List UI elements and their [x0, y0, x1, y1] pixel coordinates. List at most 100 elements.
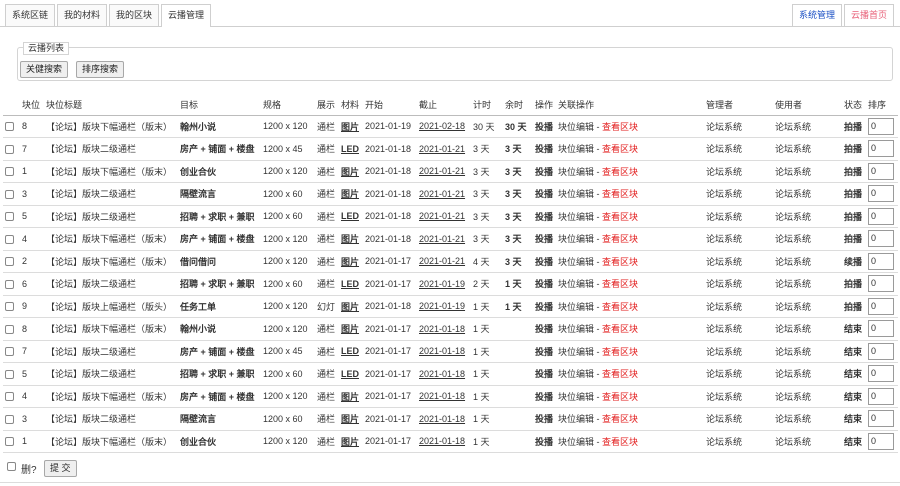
- end-link[interactable]: 2021-01-21: [417, 227, 471, 251]
- row-checkbox[interactable]: [5, 279, 14, 289]
- material-link[interactable]: 图片: [339, 295, 363, 318]
- op-link[interactable]: 投播: [533, 160, 556, 183]
- submit-button[interactable]: 提 交: [44, 460, 77, 477]
- op-link[interactable]: 投播: [533, 205, 556, 228]
- material-link[interactable]: LED: [339, 340, 363, 363]
- end-link[interactable]: 2021-01-18: [417, 317, 471, 341]
- material-link[interactable]: 图片: [339, 115, 363, 138]
- view-block-link[interactable]: 查看区块: [602, 167, 638, 177]
- view-block-link[interactable]: 查看区块: [602, 212, 638, 222]
- op-link[interactable]: 投播: [533, 340, 556, 363]
- end-link[interactable]: 2021-01-21: [417, 182, 471, 206]
- row-checkbox[interactable]: [5, 144, 14, 154]
- order-input[interactable]: 0: [868, 320, 894, 338]
- order-input[interactable]: 0: [868, 140, 894, 158]
- view-block-link[interactable]: 查看区块: [602, 122, 638, 132]
- material-link[interactable]: 图片: [339, 250, 363, 273]
- order-input[interactable]: 0: [868, 162, 894, 180]
- view-block-link[interactable]: 查看区块: [602, 392, 638, 402]
- op-link[interactable]: 投播: [533, 182, 556, 206]
- row-checkbox[interactable]: [5, 122, 14, 132]
- material-link[interactable]: 图片: [339, 317, 363, 341]
- tab-cloud-home[interactable]: 云播首页: [843, 4, 894, 26]
- material-link[interactable]: 图片: [339, 385, 363, 408]
- row-checkbox[interactable]: [5, 257, 14, 267]
- view-block-link[interactable]: 查看区块: [602, 189, 638, 199]
- op-link[interactable]: 投播: [533, 385, 556, 408]
- row-checkbox[interactable]: [5, 189, 14, 199]
- slot-edit-link[interactable]: 块位编辑: [558, 324, 594, 334]
- material-link[interactable]: 图片: [339, 227, 363, 251]
- tab-system-admin[interactable]: 系统管理: [791, 4, 842, 26]
- select-all-checkbox[interactable]: [7, 462, 16, 471]
- row-checkbox[interactable]: [5, 167, 14, 177]
- op-link[interactable]: 投播: [533, 115, 556, 138]
- order-input[interactable]: 0: [868, 230, 894, 248]
- view-block-link[interactable]: 查看区块: [602, 414, 638, 424]
- sort-search-button[interactable]: 排序搜索: [76, 61, 125, 78]
- slot-edit-link[interactable]: 块位编辑: [558, 257, 594, 267]
- material-link[interactable]: LED: [339, 272, 363, 296]
- row-checkbox[interactable]: [5, 324, 14, 334]
- slot-edit-link[interactable]: 块位编辑: [558, 212, 594, 222]
- material-link[interactable]: 图片: [339, 430, 363, 453]
- slot-edit-link[interactable]: 块位编辑: [558, 279, 594, 289]
- op-link[interactable]: 投播: [533, 250, 556, 273]
- op-link[interactable]: 投播: [533, 295, 556, 318]
- order-input[interactable]: 0: [868, 117, 894, 135]
- order-input[interactable]: 0: [868, 387, 894, 405]
- row-checkbox[interactable]: [5, 212, 14, 222]
- order-input[interactable]: 0: [868, 432, 894, 450]
- view-block-link[interactable]: 查看区块: [602, 279, 638, 289]
- slot-edit-link[interactable]: 块位编辑: [558, 414, 594, 424]
- op-link[interactable]: 投播: [533, 317, 556, 341]
- order-input[interactable]: 0: [868, 252, 894, 270]
- row-checkbox[interactable]: [5, 437, 14, 447]
- order-input[interactable]: 0: [868, 275, 894, 293]
- row-checkbox[interactable]: [5, 347, 14, 357]
- view-block-link[interactable]: 查看区块: [602, 257, 638, 267]
- tab-cloud-manage[interactable]: 云播管理: [161, 4, 212, 27]
- end-link[interactable]: 2021-01-19: [417, 295, 471, 318]
- end-link[interactable]: 2021-02-18: [417, 115, 471, 138]
- row-checkbox[interactable]: [5, 234, 14, 244]
- order-input[interactable]: 0: [868, 207, 894, 225]
- end-link[interactable]: 2021-01-18: [417, 385, 471, 408]
- end-link[interactable]: 2021-01-18: [417, 362, 471, 386]
- view-block-link[interactable]: 查看区块: [602, 347, 638, 357]
- view-block-link[interactable]: 查看区块: [602, 234, 638, 244]
- view-block-link[interactable]: 查看区块: [602, 324, 638, 334]
- slot-edit-link[interactable]: 块位编辑: [558, 167, 594, 177]
- order-input[interactable]: 0: [868, 410, 894, 428]
- order-input[interactable]: 0: [868, 342, 894, 360]
- op-link[interactable]: 投播: [533, 407, 556, 431]
- end-link[interactable]: 2021-01-21: [417, 250, 471, 273]
- material-link[interactable]: LED: [339, 205, 363, 228]
- view-block-link[interactable]: 查看区块: [602, 369, 638, 379]
- op-link[interactable]: 投播: [533, 137, 556, 161]
- view-block-link[interactable]: 查看区块: [602, 437, 638, 447]
- material-link[interactable]: 图片: [339, 407, 363, 431]
- end-link[interactable]: 2021-01-21: [417, 160, 471, 183]
- view-block-link[interactable]: 查看区块: [602, 302, 638, 312]
- tab-my-blocks[interactable]: 我的区块: [109, 4, 160, 26]
- op-link[interactable]: 投播: [533, 272, 556, 296]
- end-link[interactable]: 2021-01-18: [417, 430, 471, 453]
- row-checkbox[interactable]: [5, 414, 14, 424]
- slot-edit-link[interactable]: 块位编辑: [558, 122, 594, 132]
- row-checkbox[interactable]: [5, 369, 14, 379]
- slot-edit-link[interactable]: 块位编辑: [558, 347, 594, 357]
- op-link[interactable]: 投播: [533, 227, 556, 251]
- end-link[interactable]: 2021-01-21: [417, 205, 471, 228]
- keyword-search-button[interactable]: 关健搜索: [20, 61, 69, 78]
- slot-edit-link[interactable]: 块位编辑: [558, 369, 594, 379]
- material-link[interactable]: 图片: [339, 182, 363, 206]
- slot-edit-link[interactable]: 块位编辑: [558, 234, 594, 244]
- material-link[interactable]: LED: [339, 362, 363, 386]
- end-link[interactable]: 2021-01-21: [417, 137, 471, 161]
- slot-edit-link[interactable]: 块位编辑: [558, 302, 594, 312]
- material-link[interactable]: 图片: [339, 160, 363, 183]
- order-input[interactable]: 0: [868, 185, 894, 203]
- op-link[interactable]: 投播: [533, 362, 556, 386]
- view-block-link[interactable]: 查看区块: [602, 144, 638, 154]
